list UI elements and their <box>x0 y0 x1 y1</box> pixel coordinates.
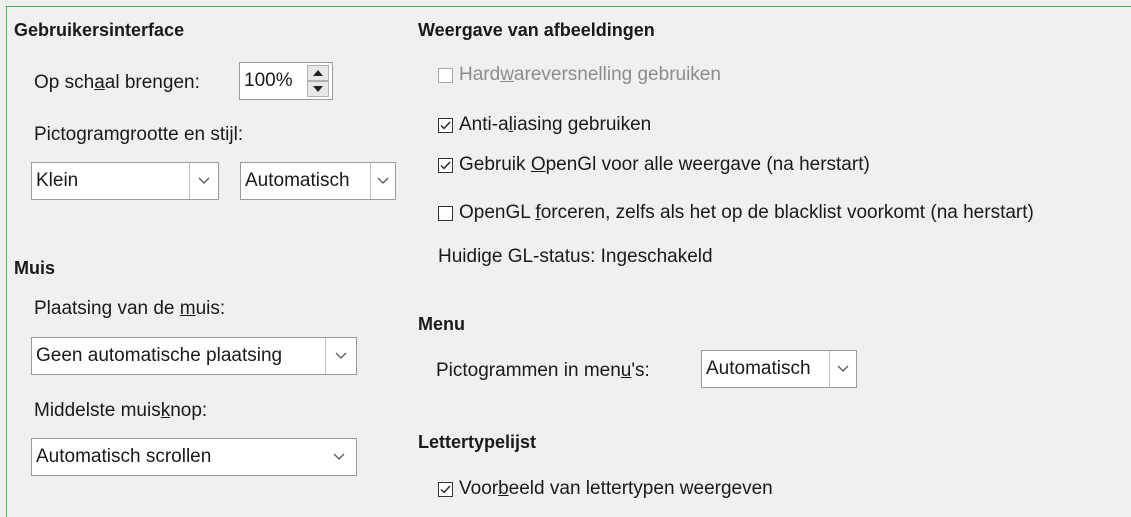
menu-icons-label: Pictogrammen in menu's: <box>436 360 650 381</box>
checkbox-unchecked-icon[interactable] <box>438 205 453 221</box>
chevron-down-icon[interactable] <box>189 163 218 199</box>
menu-icons-combo[interactable]: Automatisch <box>701 350 857 388</box>
icon-size-value: Klein <box>36 170 79 191</box>
force-opengl-checkbox[interactable]: OpenGL forceren, zelfs als het op de bla… <box>438 202 1034 224</box>
checkmark-icon[interactable] <box>438 481 453 497</box>
use-opengl-checkbox[interactable]: Gebruik OpenGl voor alle weergave (na he… <box>438 154 870 176</box>
checkmark-icon[interactable] <box>438 157 453 173</box>
middle-button-combo[interactable]: Automatisch scrollen <box>31 438 357 476</box>
mouse-section-title: Muis <box>14 258 56 278</box>
icon-style-combo[interactable]: Automatisch <box>240 162 396 200</box>
menu-icons-value: Automatisch <box>706 358 811 379</box>
fontlist-section-title: Lettertypelijst <box>418 432 537 452</box>
arrow-down-icon <box>313 86 323 92</box>
scale-spinbox[interactable]: 100% <box>239 62 333 100</box>
arrow-up-icon <box>313 70 323 76</box>
spin-down-button[interactable] <box>307 81 329 97</box>
middle-button-value: Automatisch scrollen <box>36 446 212 467</box>
mouse-position-label: Plaatsing van de muis: <box>34 298 226 319</box>
menu-section-title: Menu <box>418 314 465 334</box>
mouse-position-combo[interactable]: Geen automatische plaatsing <box>31 337 357 375</box>
middle-button-label: Middelste muisknop: <box>34 400 208 421</box>
chevron-down-icon[interactable] <box>370 163 395 199</box>
icon-size-combo[interactable]: Klein <box>31 162 219 200</box>
spin-up-button[interactable] <box>307 65 329 81</box>
anti-aliasing-checkbox[interactable]: Anti-aliasing gebruiken <box>438 114 651 136</box>
icon-style-value: Automatisch <box>245 170 350 191</box>
checkbox-unchecked-icon[interactable] <box>438 67 453 83</box>
chevron-down-icon[interactable] <box>829 351 856 387</box>
graphics-section-title: Weergave van afbeeldingen <box>418 20 655 40</box>
chevron-down-icon[interactable] <box>322 439 356 475</box>
font-preview-checkbox[interactable]: Voorbeeld van lettertypen weergeven <box>438 478 773 500</box>
mouse-position-value: Geen automatische plaatsing <box>36 345 283 366</box>
hardware-acceleration-checkbox[interactable]: Hardwareversnelling gebruiken <box>438 64 721 86</box>
icon-size-style-label: Pictogramgrootte en stijl: <box>34 124 244 145</box>
scale-value[interactable]: 100% <box>240 70 307 92</box>
gl-status-text: Huidige GL-status: Ingeschakeld <box>438 246 713 267</box>
checkmark-icon[interactable] <box>438 117 453 133</box>
chevron-down-icon[interactable] <box>325 338 356 374</box>
scale-label: Op schaal brengen: <box>34 72 200 93</box>
ui-section-title: Gebruikersinterface <box>14 20 185 40</box>
